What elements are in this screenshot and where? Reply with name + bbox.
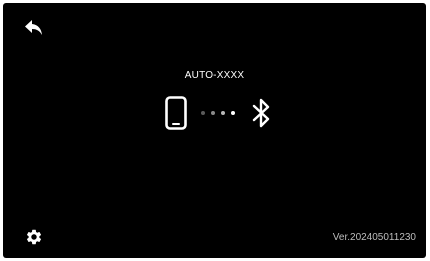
gear-icon (26, 229, 42, 245)
progress-dot (231, 111, 235, 115)
progress-dot (201, 111, 205, 115)
smartphone-icon (165, 96, 187, 130)
settings-button[interactable] (22, 225, 46, 249)
progress-dot (211, 111, 215, 115)
version-label: Ver.202405011230 (332, 232, 416, 243)
device-name-label: AUTO-XXXX (184, 70, 245, 81)
back-button[interactable] (22, 16, 46, 40)
progress-dot (221, 111, 225, 115)
bluetooth-pairing-screen: AUTO-XXXX Ver.202405011230 (3, 3, 426, 258)
pairing-status (165, 96, 277, 130)
back-arrow-icon (25, 20, 42, 35)
bluetooth-icon (252, 98, 270, 128)
